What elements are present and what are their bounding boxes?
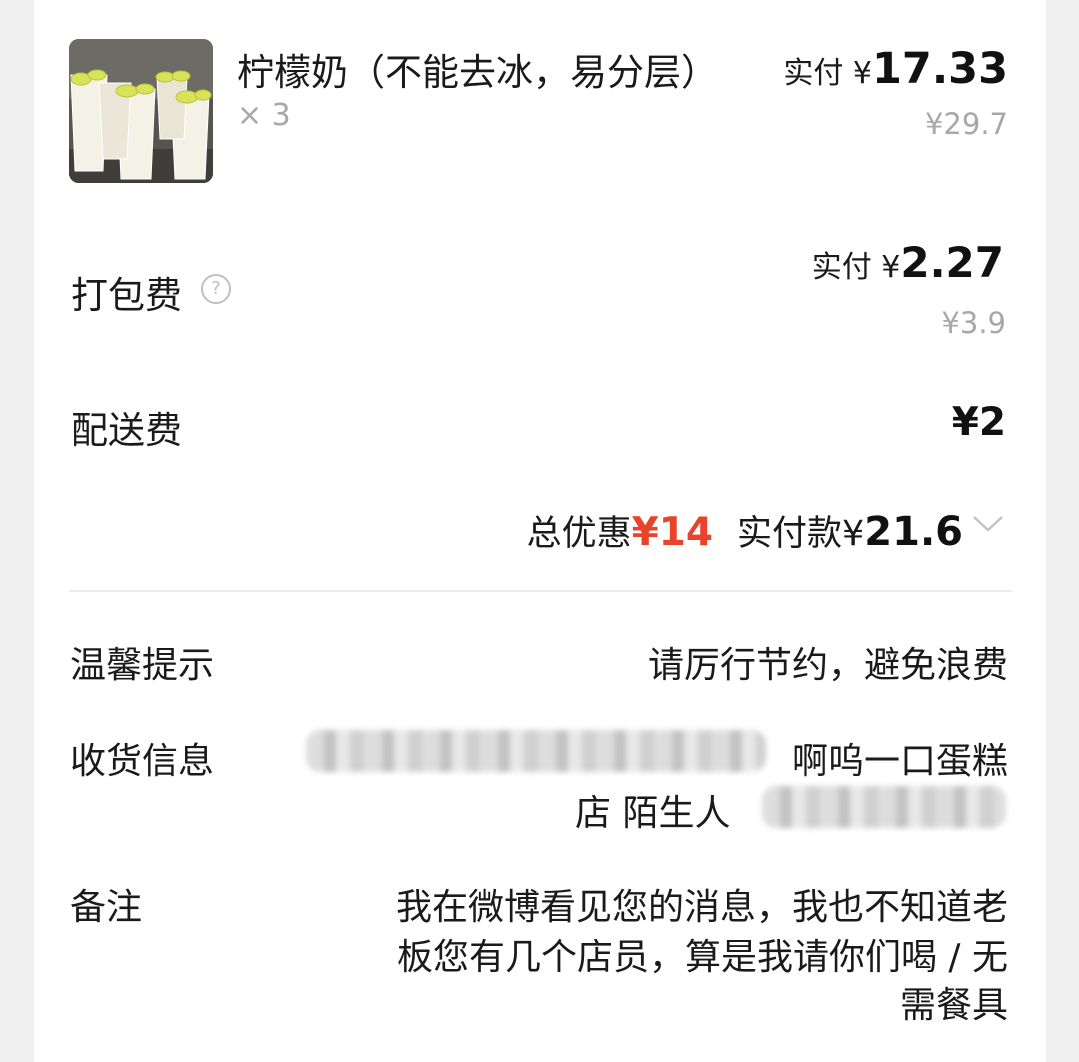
tip-value: 请厉行节约，避免浪费 (647, 645, 1008, 686)
tip-label: 温馨提示 (70, 645, 215, 686)
discount-label: 总优惠 (526, 514, 632, 554)
note-label: 备注 (70, 887, 143, 928)
paid-amount: 2.27 (900, 238, 1004, 287)
paid-amount: 17.33 (871, 44, 1008, 94)
packaging-original-price: ¥3.9 (941, 306, 1006, 340)
lemon-milk-image (69, 39, 213, 183)
redacted-phone-blur (762, 786, 1006, 828)
delivery-fee-label: 配送费 (71, 409, 182, 452)
total-paid-amount: 21.6 (864, 509, 963, 555)
delivery-fee-amount: ¥2 (951, 400, 1006, 445)
discount-amount: ¥14 (631, 510, 713, 555)
packaging-fee-label: 打包费 (71, 274, 182, 317)
note-line-2: 板您有几个店员，算是我请你们喝 / 无 (396, 937, 1008, 978)
total-paid-label: 实付款 (737, 514, 843, 554)
product-paid-price: 实付 ¥17.33 (783, 44, 1008, 94)
paid-label: 实付 ¥ (783, 56, 872, 91)
order-total-summary[interactable]: 总优惠¥14 实付款¥21.6 (527, 505, 963, 556)
shipping-label: 收货信息 (70, 741, 215, 782)
packaging-paid-price: 实付 ¥2.27 (812, 238, 1004, 287)
note-line-1: 我在微博看见您的消息，我也不知道老 (395, 887, 1008, 928)
section-divider (69, 590, 1012, 592)
paid-label: 实付 ¥ (811, 250, 901, 285)
chevron-down-icon[interactable] (971, 512, 1005, 536)
shipping-address-line1: 啊呜一口蛋糕 (791, 741, 1008, 782)
total-paid-currency: ¥ (842, 514, 865, 554)
shipping-address-line2: 店 陌生人 (575, 793, 731, 834)
note-line-3: 需餐具 (899, 985, 1008, 1026)
product-thumbnail[interactable] (69, 39, 213, 183)
product-original-price: ¥29.7 (924, 107, 1008, 141)
product-name[interactable]: 柠檬奶（不能去冰，易分层） (237, 42, 718, 96)
question-circle-icon[interactable]: ? (201, 274, 231, 304)
redacted-address-blur (306, 730, 766, 772)
product-quantity: × 3 (237, 98, 291, 133)
